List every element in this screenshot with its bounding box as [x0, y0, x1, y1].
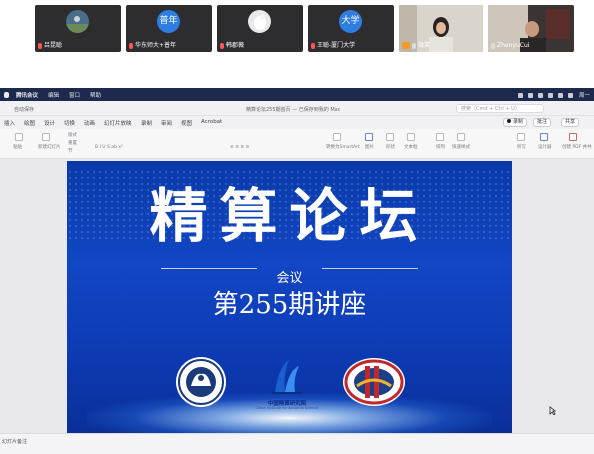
- participant-name: ZhenyuCui: [497, 42, 530, 49]
- create-pdf-icon[interactable]: [569, 133, 577, 141]
- search-icon[interactable]: [567, 92, 573, 98]
- tab-acrobat[interactable]: Acrobat: [201, 119, 222, 125]
- record-icon: [507, 119, 511, 123]
- autosave-toggle[interactable]: 自动保存: [14, 106, 34, 113]
- divider-line: [322, 268, 418, 269]
- apple-icon[interactable]: [4, 91, 9, 98]
- menu-item-help[interactable]: 帮助: [90, 91, 101, 99]
- reset-button[interactable]: 重置: [68, 140, 77, 146]
- tab-transitions[interactable]: 切换: [64, 119, 75, 127]
- participant-name: 王聪-厦门大学: [317, 42, 356, 49]
- menubar-status-area: 周一: [513, 91, 590, 99]
- slide-title: 精算论坛: [149, 182, 430, 250]
- tab-animations[interactable]: 动画: [84, 119, 95, 127]
- shapes-label: 形状: [386, 145, 395, 150]
- mic-icon: [491, 42, 495, 49]
- research-institute-seal-logo: [343, 358, 405, 406]
- participant-tile-3[interactable]: 大学 王聪-厦门大学: [308, 5, 394, 52]
- tab-record[interactable]: 录制: [141, 119, 152, 127]
- status-icon[interactable]: [547, 92, 553, 98]
- comments-button[interactable]: 批注: [533, 118, 552, 127]
- participant-tile-2[interactable]: 韩郡薇: [217, 5, 303, 52]
- china-institute-actuarial-logo: [271, 360, 303, 394]
- menu-item-edit[interactable]: 编辑: [48, 91, 59, 99]
- menu-item-window[interactable]: 窗口: [69, 91, 80, 99]
- ribbon: 粘贴 新建幻灯片 版式 重置 节 B I U S ab x² ≡ ≡ ≡ ≡ 转…: [0, 129, 594, 269]
- smartart-label: 转换为SmartArt: [326, 145, 360, 150]
- create-pdf-label: 创建 PDF 并共享链接: [562, 145, 592, 150]
- tab-view[interactable]: 视图: [181, 119, 192, 127]
- slide-notes-label[interactable]: 幻灯片备注: [2, 438, 27, 445]
- participant-tile-4[interactable]: 微笑: [399, 5, 483, 52]
- participant-name: 微笑: [418, 42, 431, 49]
- share-button[interactable]: 共享: [561, 118, 580, 127]
- mic-icon: [412, 42, 416, 49]
- institute-english-name: China Institute for Actuarial Science: [255, 406, 319, 410]
- ribbon-tabs: 插入 绘图 设计 切换 动画 幻灯片放映 录制 审阅 视图 Acrobat 录制…: [0, 116, 594, 129]
- paste-icon[interactable]: [15, 133, 23, 141]
- picture-label: 图片: [365, 145, 374, 150]
- textbox-label: 文本框: [404, 145, 418, 150]
- avatar: 普年: [157, 10, 180, 33]
- mic-muted-icon: [129, 42, 133, 49]
- record-button[interactable]: 录制: [503, 118, 528, 127]
- layout-button[interactable]: 版式: [68, 132, 77, 138]
- mic-muted-icon: [311, 42, 315, 49]
- status-bar: 幻灯片备注: [0, 433, 594, 454]
- paste-label: 粘贴: [13, 145, 22, 150]
- mic-muted-icon: [220, 42, 224, 49]
- status-icon[interactable]: [537, 92, 543, 98]
- window-titlebar: 自动保存 精算论坛255期首页 — 已保存到我的 Mac 搜索（Cmd + Ct…: [0, 101, 594, 116]
- wifi-icon[interactable]: [557, 92, 563, 98]
- slide-meeting-label: 会议: [276, 271, 303, 286]
- paragraph-buttons[interactable]: ≡ ≡ ≡ ≡: [230, 145, 249, 150]
- search-input[interactable]: 搜索（Cmd + Ctrl + U）: [456, 104, 544, 113]
- arrange-label: 排列: [436, 145, 445, 150]
- participant-name: 吕昆聪: [44, 42, 63, 49]
- smartart-icon[interactable]: [333, 133, 341, 141]
- avatar: [66, 10, 89, 33]
- textbox-icon[interactable]: [407, 133, 415, 141]
- mouse-cursor-icon: [549, 406, 556, 415]
- designer-label: 设计器: [538, 145, 552, 150]
- avatar: 大学: [339, 10, 362, 33]
- divider-line: [161, 268, 257, 269]
- shapes-icon[interactable]: [386, 133, 394, 141]
- university-seal-logo: [176, 357, 226, 407]
- slide[interactable]: 精算论坛 会议 第255期讲座 中国精算研究院 China Institute …: [67, 161, 512, 433]
- screen: 吕昆聪 普年 华东师大+普年 韩郡薇 大学 王聪-厦门大学 微笑 ZhenyuC…: [0, 0, 594, 454]
- picture-icon[interactable]: [365, 133, 373, 141]
- quick-styles-icon[interactable]: [457, 133, 465, 141]
- arrange-icon[interactable]: [436, 133, 444, 141]
- tab-insert[interactable]: 插入: [4, 119, 15, 127]
- participant-tile-5[interactable]: ZhenyuCui: [488, 5, 574, 52]
- mic-muted-icon: [38, 42, 42, 49]
- mac-menubar: 腾讯会议 编辑 窗口 帮助 周一: [0, 88, 594, 101]
- dictate-icon[interactable]: [517, 133, 525, 141]
- status-icon[interactable]: [527, 92, 533, 98]
- dictate-label: 听写: [517, 145, 526, 150]
- new-slide-label: 新建幻灯片: [38, 145, 61, 150]
- menubar-clock[interactable]: 周一: [579, 91, 590, 99]
- designer-icon[interactable]: [540, 133, 548, 141]
- section-button[interactable]: 节: [68, 148, 73, 154]
- camera-icon: [402, 42, 410, 49]
- tab-review[interactable]: 审阅: [161, 119, 172, 127]
- tab-design[interactable]: 设计: [44, 119, 55, 127]
- participant-name: 韩郡薇: [226, 42, 245, 49]
- quick-styles-label: 快速样式: [452, 145, 470, 150]
- participant-tile-1[interactable]: 普年 华东师大+普年: [126, 5, 212, 52]
- participant-name: 华东师大+普年: [135, 42, 177, 49]
- document-title: 精算论坛255期首页 — 已保存到我的 Mac: [246, 107, 341, 113]
- participant-tile-0[interactable]: 吕昆聪: [35, 5, 121, 52]
- tab-slideshow[interactable]: 幻灯片放映: [104, 119, 132, 127]
- slide-subtitle: 第255期讲座: [212, 290, 367, 320]
- avatar: [248, 10, 271, 33]
- new-slide-icon[interactable]: [42, 133, 50, 141]
- menu-app-name[interactable]: 腾讯会议: [16, 91, 38, 99]
- format-buttons[interactable]: B I U S ab x²: [95, 145, 123, 150]
- status-icon[interactable]: [517, 92, 523, 98]
- participant-strip: 吕昆聪 普年 华东师大+普年 韩郡薇 大学 王聪-厦门大学 微笑 ZhenyuC…: [0, 0, 594, 56]
- tab-draw[interactable]: 绘图: [24, 119, 35, 127]
